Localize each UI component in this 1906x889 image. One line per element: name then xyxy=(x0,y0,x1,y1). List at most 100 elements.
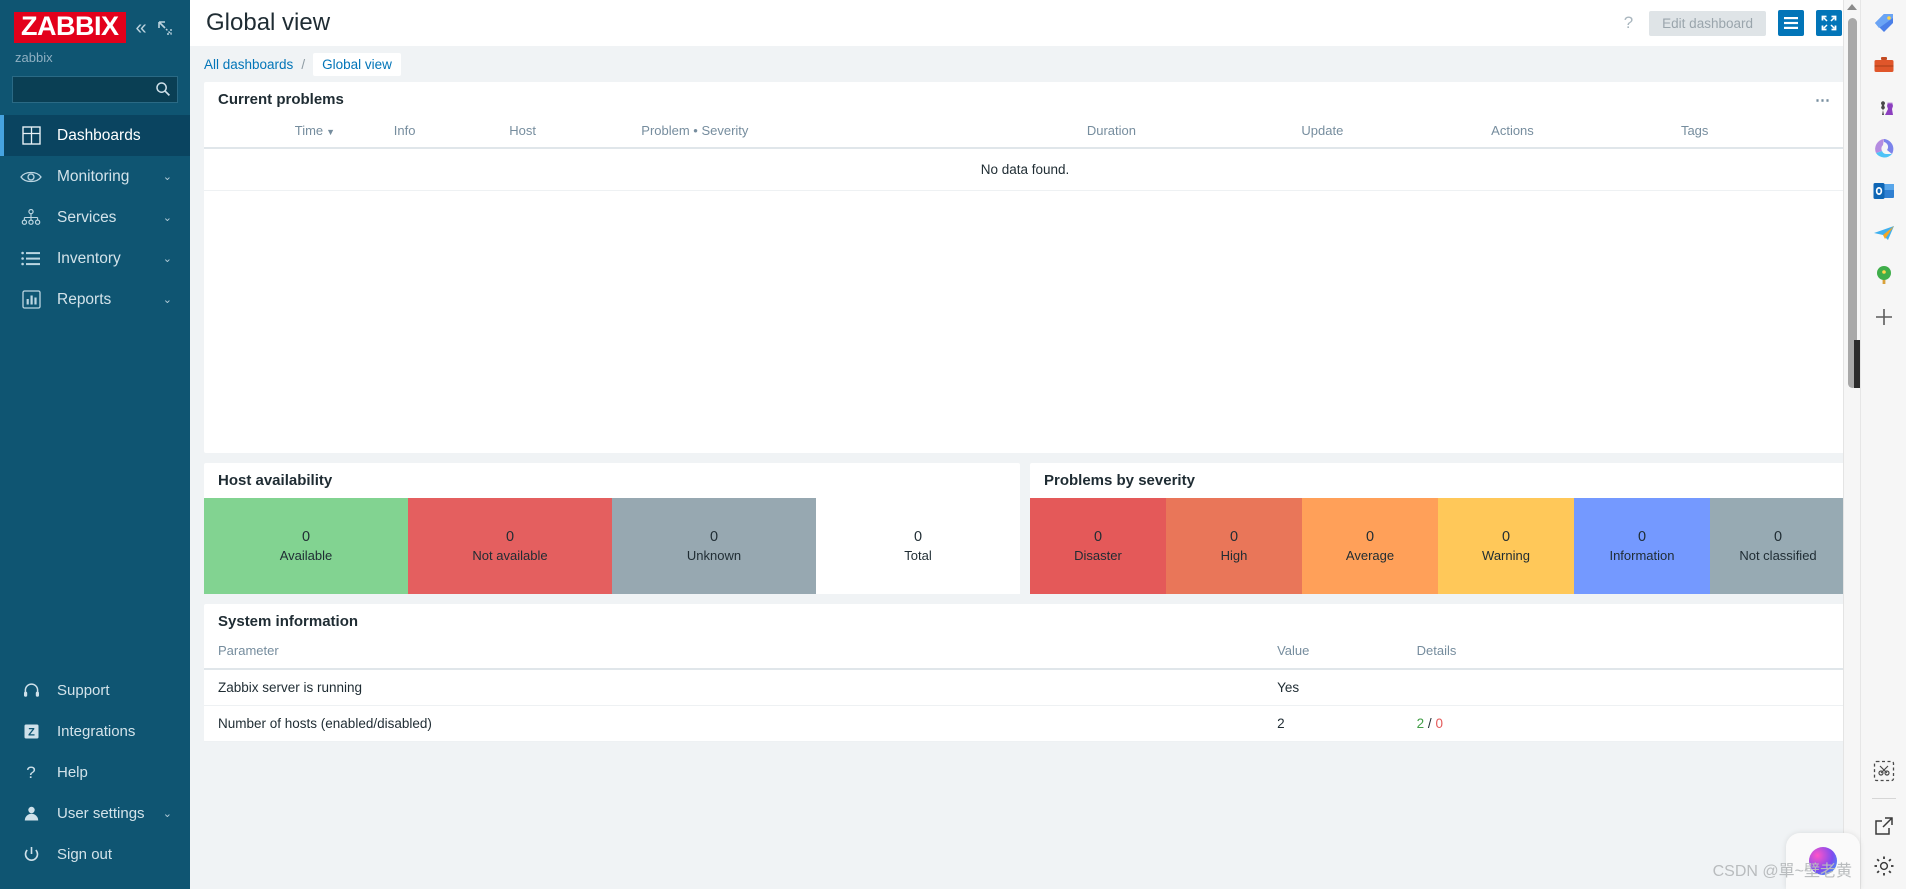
column-duration[interactable]: Duration xyxy=(1086,117,1302,149)
sidebar-item-help[interactable]: ? Help xyxy=(0,752,190,793)
host-cell-available[interactable]: 0 Available xyxy=(204,498,408,594)
breadcrumb-current[interactable]: Global view xyxy=(313,52,401,76)
widget-current-problems: Current problems ⋯ Time ▼ Info Host Probl… xyxy=(204,82,1846,453)
column-host[interactable]: Host xyxy=(509,117,642,149)
hamburger-icon[interactable] xyxy=(1778,10,1804,36)
column-tags[interactable]: Tags xyxy=(1680,117,1846,149)
sidebar-item-integrations[interactable]: Z Integrations xyxy=(0,711,190,752)
scrollbar-thumb[interactable] xyxy=(1848,18,1857,388)
open-external-icon[interactable] xyxy=(1871,813,1897,839)
severity-cell-disaster[interactable]: 0 Disaster xyxy=(1030,498,1166,594)
row-parameter: Zabbix server is running xyxy=(204,669,1264,706)
details-separator: / xyxy=(1424,716,1436,731)
cell-value: 0 xyxy=(1637,529,1647,545)
host-cell-total[interactable]: 0 Total xyxy=(816,498,1020,594)
widget-problems-by-severity: Problems by severity 0 Disaster 0 High 0 xyxy=(1030,463,1846,594)
chess-icon[interactable] xyxy=(1871,94,1897,120)
cell-value: 0 xyxy=(1229,529,1239,545)
sidebar-item-label: Reports xyxy=(57,290,112,308)
cell-label: Not classified xyxy=(1739,548,1817,563)
search-input[interactable] xyxy=(20,82,170,97)
table-header-row: Parameter Value Details xyxy=(204,639,1846,670)
sitemap-icon xyxy=(19,207,43,229)
expand-icon[interactable] xyxy=(157,20,173,36)
sidebar-item-user-settings[interactable]: User settings ⌄ xyxy=(0,793,190,834)
fullscreen-icon[interactable] xyxy=(1816,10,1842,36)
column-problem[interactable]: Problem • Severity xyxy=(641,117,1087,149)
chevron-down-icon: ⌄ xyxy=(162,212,172,224)
plus-icon[interactable] xyxy=(1871,304,1897,330)
outlook-icon[interactable] xyxy=(1871,178,1897,204)
severity-cell-warning[interactable]: 0 Warning xyxy=(1438,498,1574,594)
problems-table: Time ▼ Info Host Problem • Severity Durat… xyxy=(204,117,1846,191)
main-content: Global view ? Edit dashboard All dashboa… xyxy=(190,0,1860,889)
widget-title: Host availability xyxy=(218,472,333,489)
column-update[interactable]: Update xyxy=(1301,117,1492,149)
cell-label: Available xyxy=(279,548,333,563)
sidebar-item-monitoring[interactable]: Monitoring ⌄ xyxy=(0,156,190,197)
sidebar: ZABBIX « zabbix Dashboards Monitoring ⌄ … xyxy=(0,0,190,889)
widget-title: Current problems xyxy=(218,91,344,108)
power-icon xyxy=(19,844,43,866)
screenshot-icon[interactable] xyxy=(1871,758,1897,784)
table-header-row: Time ▼ Info Host Problem • Severity Durat… xyxy=(204,117,1846,149)
widget-system-information: System information Parameter Value Detai… xyxy=(204,604,1846,742)
column-actions[interactable]: Actions xyxy=(1491,117,1681,149)
sidebar-item-services[interactable]: Services ⌄ xyxy=(0,197,190,238)
column-details: Details xyxy=(1402,639,1846,670)
sidebar-item-reports[interactable]: Reports ⌄ xyxy=(0,279,190,320)
top-bar: Global view ? Edit dashboard xyxy=(190,0,1860,46)
sidebar-item-label: User settings xyxy=(57,805,145,822)
severity-cell-high[interactable]: 0 High xyxy=(1166,498,1302,594)
cell-value: 0 xyxy=(1365,529,1375,545)
table-row: Number of hosts (enabled/disabled) 2 2 /… xyxy=(204,705,1846,742)
cell-value: 0 xyxy=(301,529,311,545)
sidebar-item-label: Services xyxy=(57,208,117,226)
dashboard-content: Current problems ⋯ Time ▼ Info Host Probl… xyxy=(190,82,1860,742)
tree-icon[interactable] xyxy=(1871,262,1897,288)
column-time[interactable]: Time ▼ xyxy=(294,117,394,149)
sidebar-search[interactable] xyxy=(12,76,178,103)
problems-empty-area xyxy=(204,191,1846,453)
edit-dashboard-button[interactable]: Edit dashboard xyxy=(1649,10,1766,36)
scroll-up-arrow-icon[interactable] xyxy=(1847,4,1857,10)
severity-cell-information[interactable]: 0 Information xyxy=(1574,498,1710,594)
host-cell-not-available[interactable]: 0 Not available xyxy=(408,498,612,594)
bar-chart-icon xyxy=(19,289,43,311)
sidebar-item-dashboards[interactable]: Dashboards xyxy=(0,115,190,156)
ellipsis-icon[interactable]: ⋯ xyxy=(1815,91,1832,109)
cell-value: 0 xyxy=(1501,529,1511,545)
sidebar-username: zabbix xyxy=(15,50,53,65)
divider xyxy=(1871,798,1896,799)
breadcrumb-separator: / xyxy=(301,56,306,72)
host-availability-cells: 0 Available 0 Not available 0 Unknown 0 … xyxy=(204,498,1020,594)
widget-header: Host availability xyxy=(204,463,1020,498)
microsoft-365-icon[interactable] xyxy=(1871,136,1897,162)
browser-sidebar-bottom xyxy=(1861,758,1906,879)
cell-value: 0 xyxy=(1093,529,1103,545)
breadcrumb-all-dashboards[interactable]: All dashboards xyxy=(204,57,293,72)
sidebar-item-support[interactable]: Support xyxy=(0,670,190,711)
tag-icon[interactable] xyxy=(1871,10,1897,36)
cell-value: 0 xyxy=(913,529,923,545)
briefcase-icon[interactable] xyxy=(1871,52,1897,78)
sidebar-header: ZABBIX « zabbix xyxy=(0,0,190,103)
chevrons-left-icon[interactable]: « xyxy=(136,18,147,38)
telegram-icon[interactable] xyxy=(1871,220,1897,246)
sidebar-item-label: Integrations xyxy=(57,723,136,740)
sidebar-item-sign-out[interactable]: Sign out xyxy=(0,834,190,875)
host-cell-unknown[interactable]: 0 Unknown xyxy=(612,498,816,594)
help-icon[interactable]: ? xyxy=(1620,13,1637,33)
column-parameter: Parameter xyxy=(204,639,1264,670)
severity-cell-average[interactable]: 0 Average xyxy=(1302,498,1438,594)
settings-gear-icon[interactable] xyxy=(1871,853,1897,879)
sidebar-item-label: Monitoring xyxy=(57,167,130,185)
column-info[interactable]: Info xyxy=(393,117,510,149)
sidebar-item-inventory[interactable]: Inventory ⌄ xyxy=(0,238,190,279)
row-details: 2 / 0 xyxy=(1402,705,1846,742)
severity-cell-not-classified[interactable]: 0 Not classified xyxy=(1710,498,1846,594)
widget-header: System information xyxy=(204,604,1846,639)
table-empty-row: No data found. xyxy=(204,148,1846,191)
page-scrollbar[interactable] xyxy=(1843,0,1860,889)
logo-row: ZABBIX « xyxy=(12,8,178,43)
